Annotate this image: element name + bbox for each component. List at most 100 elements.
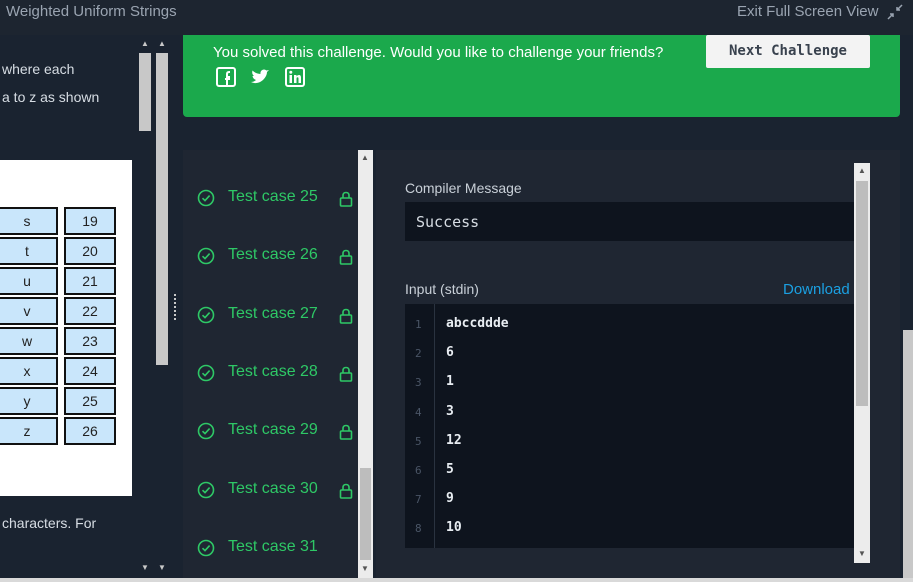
stdin-line: 10 xyxy=(446,520,462,536)
linkedin-icon[interactable] xyxy=(285,67,305,87)
stdin-line: abccddde xyxy=(446,316,509,331)
line-number: 5 xyxy=(415,434,422,448)
test-case-item[interactable]: Test case 26 xyxy=(195,244,355,270)
weight-cell: 25 xyxy=(64,387,116,415)
statement-scrollbar-secondary[interactable]: ▲ ▼ xyxy=(155,35,170,582)
check-circle-icon xyxy=(197,189,215,207)
weight-cell: 24 xyxy=(64,357,116,385)
input-label: Input (stdin) xyxy=(405,281,479,297)
letter-cell: t xyxy=(0,237,58,265)
test-case-label: Test case 26 xyxy=(228,246,318,264)
check-circle-icon xyxy=(197,247,215,265)
stdin-line: 9 xyxy=(446,491,454,507)
pane-resize-handle[interactable] xyxy=(173,292,178,322)
weight-cell: 22 xyxy=(64,297,116,325)
stdin-line: 3 xyxy=(446,403,454,419)
scrollbar-thumb[interactable] xyxy=(139,53,151,131)
scroll-down-arrow-icon[interactable]: ▼ xyxy=(361,564,369,573)
test-case-label: Test case 29 xyxy=(228,421,318,439)
test-case-label: Test case 30 xyxy=(228,479,318,497)
stdin-line: 6 xyxy=(446,345,454,361)
line-number: 7 xyxy=(415,493,422,507)
challenge-title: Weighted Uniform Strings xyxy=(6,3,177,20)
compiler-message-label: Compiler Message xyxy=(405,180,522,196)
scroll-down-arrow-icon[interactable]: ▼ xyxy=(141,563,149,572)
scroll-down-arrow-icon[interactable]: ▼ xyxy=(858,549,866,558)
exit-full-screen-link[interactable]: Exit Full Screen View xyxy=(737,3,878,20)
weight-cell: 21 xyxy=(64,267,116,295)
stdin-line: 12 xyxy=(446,432,462,448)
weight-cell: 20 xyxy=(64,237,116,265)
statement-scrollbar[interactable]: ▲ xyxy=(137,35,155,582)
stdin-line: 5 xyxy=(446,462,454,477)
test-case-scrollbar[interactable]: ▲ ▼ xyxy=(358,150,373,582)
test-case-output-panel: Compiler Message Success Input (stdin) D… xyxy=(376,150,900,582)
facebook-icon[interactable] xyxy=(216,67,236,87)
output-scrollbar[interactable]: ▲ ▼ xyxy=(854,163,870,563)
success-banner: You solved this challenge. Would you lik… xyxy=(183,35,900,117)
weights-figure: s 19 t 20 u 21 v 22 w 23 x 24 y 25 z 26 xyxy=(0,160,132,496)
statement-text: where each xyxy=(2,61,75,77)
next-challenge-button[interactable]: Next Challenge xyxy=(706,35,870,68)
stdin-viewer: 1 abccddde 2 6 3 1 4 3 5 12 6 5 7 9 8 10 xyxy=(405,304,855,548)
letter-cell: z xyxy=(0,417,58,445)
test-case-label: Test case 27 xyxy=(228,304,318,322)
scrollbar-thumb[interactable] xyxy=(360,468,371,560)
scroll-up-arrow-icon[interactable]: ▲ xyxy=(158,39,166,48)
letter-cell: s xyxy=(0,207,58,235)
line-number-gutter xyxy=(405,304,435,548)
success-message: You solved this challenge. Would you lik… xyxy=(213,44,664,61)
test-case-label: Test case 31 xyxy=(228,537,318,555)
line-number: 4 xyxy=(415,405,422,419)
test-case-item[interactable]: Test case 31 xyxy=(195,536,355,562)
scroll-up-arrow-icon[interactable]: ▲ xyxy=(141,39,149,48)
lock-icon xyxy=(339,424,353,440)
lock-icon xyxy=(339,249,353,266)
line-number: 8 xyxy=(415,522,422,536)
compiler-message-box: Success xyxy=(405,202,855,241)
test-case-item[interactable]: Test case 25 xyxy=(195,186,355,212)
statement-text: a to z as shown xyxy=(2,89,100,105)
check-circle-icon xyxy=(197,422,215,440)
lock-icon xyxy=(339,366,353,382)
download-link[interactable]: Download xyxy=(783,281,850,298)
letter-cell: w xyxy=(0,327,58,355)
scrollbar-thumb[interactable] xyxy=(156,53,168,365)
line-number: 2 xyxy=(415,347,422,361)
weight-cell: 19 xyxy=(64,207,116,235)
test-case-label: Test case 25 xyxy=(228,188,318,205)
scroll-up-arrow-icon[interactable]: ▲ xyxy=(361,153,369,162)
check-circle-icon xyxy=(197,364,215,382)
scrollbar-thumb[interactable] xyxy=(903,330,913,582)
scroll-up-arrow-icon[interactable]: ▲ xyxy=(858,166,866,175)
page-scrollbar[interactable] xyxy=(903,150,913,582)
letter-cell: x xyxy=(0,357,58,385)
scrollbar-thumb[interactable] xyxy=(856,181,868,406)
bottom-edge xyxy=(0,578,913,582)
line-number: 6 xyxy=(415,464,422,477)
weight-cell: 23 xyxy=(64,327,116,355)
statement-text: characters. For xyxy=(2,515,97,531)
test-case-list: Test case 25 Test case 26 Test case 27 Test… xyxy=(183,150,358,582)
test-case-item[interactable]: Test case 30 xyxy=(195,478,355,504)
check-circle-icon xyxy=(197,539,215,557)
check-circle-icon xyxy=(197,306,215,323)
problem-statement-pane: where each a to z as shown s 19 t 20 u 21 v 22 w… xyxy=(0,35,138,582)
test-case-item[interactable]: Test case 27 xyxy=(195,303,355,329)
weight-cell: 26 xyxy=(64,417,116,445)
test-case-label: Test case 28 xyxy=(228,362,318,380)
collapse-icon[interactable] xyxy=(886,3,904,21)
letter-cell: y xyxy=(0,387,58,415)
test-case-item[interactable]: Test case 28 xyxy=(195,361,355,387)
line-number: 1 xyxy=(415,318,422,331)
check-circle-icon xyxy=(197,481,215,498)
stdin-line: 1 xyxy=(446,374,454,390)
top-bar: Weighted Uniform Strings Exit Full Scree… xyxy=(0,0,913,35)
scroll-down-arrow-icon[interactable]: ▼ xyxy=(158,563,166,572)
twitter-icon[interactable] xyxy=(250,67,270,87)
test-case-item[interactable]: Test case 29 xyxy=(195,419,355,445)
lock-icon xyxy=(339,483,353,499)
line-number: 3 xyxy=(415,376,422,390)
lock-icon xyxy=(339,191,353,207)
letter-cell: v xyxy=(0,297,58,325)
